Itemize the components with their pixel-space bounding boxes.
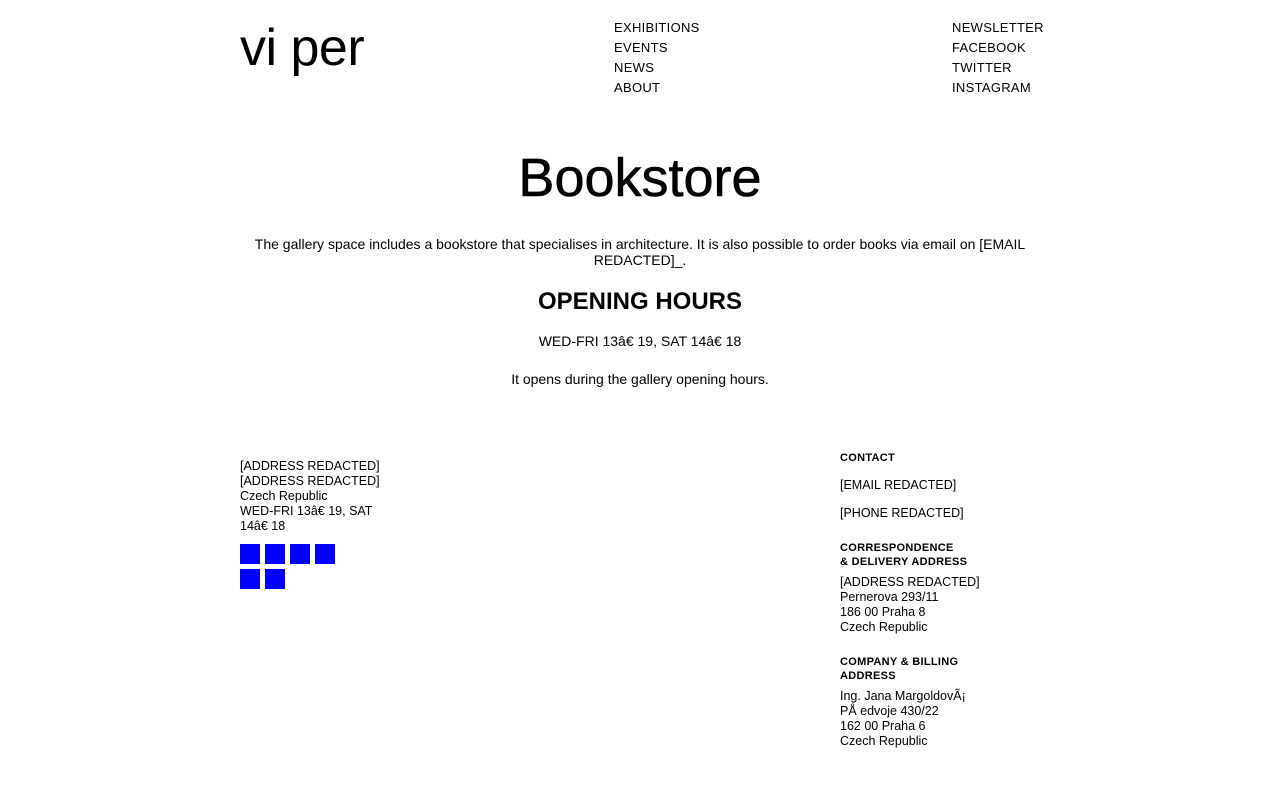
correspondence-heading: & DELIVERY ADDRESS (840, 556, 968, 568)
site-logo[interactable]: vi per (240, 18, 365, 78)
contact-heading: CONTACT (840, 452, 896, 464)
social-icon[interactable] (265, 569, 285, 589)
nav-item-instagram[interactable]: INSTAGRAM (952, 78, 1044, 98)
footer-social-icons (240, 544, 340, 589)
nav-item-newsletter[interactable]: NEWSLETTER (952, 18, 1044, 38)
opening-hours-heading: OPENING HOURS (537, 288, 743, 315)
nav-item-about[interactable]: ABOUT (614, 78, 700, 98)
nav-item-news[interactable]: NEWS (614, 58, 700, 78)
address-line: PÅ edvoje 430/22 (840, 704, 939, 718)
nav-item-exhibitions[interactable]: EXHIBITIONS (614, 18, 700, 38)
site-header: vi per EXHIBITIONS EVENTS NEWS ABOUT NEW… (240, 0, 1044, 110)
social-icon[interactable] (290, 544, 310, 564)
nav-item-facebook[interactable]: FACEBOOK (952, 38, 1044, 58)
footer-contact: CONTACT [EMAIL REDACTED] [PHONE REDACTED… (840, 451, 1010, 749)
billing-address: Ing. Jana MargoldovÃ¡ PÅ edvoje 430/22 1… (840, 689, 1010, 749)
address-line: [ADDRESS REDACTED] (840, 575, 980, 589)
contact-phone[interactable]: [PHONE REDACTED] (840, 506, 1010, 521)
address-line: [ADDRESS REDACTED] (240, 474, 380, 488)
page-title: Bookstore (518, 148, 762, 209)
opening-hours-value: WED-FRI 13â€ 19, SAT 14â€ 18 (538, 333, 742, 349)
address-line: 162 00 Praha 6 (840, 719, 926, 733)
social-icon[interactable] (240, 544, 260, 564)
billing-heading: COMPANY & BILLING (840, 656, 959, 668)
footer-address: [ADDRESS REDACTED] [ADDRESS REDACTED] Cz… (240, 459, 410, 589)
main-content: Bookstore The gallery space includes a b… (240, 140, 1040, 388)
address-line: Czech Republic (840, 734, 928, 748)
correspondence-section: CORRESPONDENCE & DELIVERY ADDRESS [ADDRE… (840, 541, 1010, 635)
billing-heading: ADDRESS (840, 670, 896, 682)
social-icon[interactable] (315, 544, 335, 564)
nav-item-events[interactable]: EVENTS (614, 38, 700, 58)
address-line: [ADDRESS REDACTED] (240, 459, 380, 473)
social-icon[interactable] (265, 544, 285, 564)
address-line: Pernerova 293/11 (840, 590, 939, 604)
nav-item-twitter[interactable]: TWITTER (952, 58, 1044, 78)
contact-email[interactable]: [EMAIL REDACTED] (840, 478, 1010, 493)
footer-hours: WED-FRI 13â€ 19, SAT (240, 504, 373, 518)
address-line: Ing. Jana MargoldovÃ¡ (840, 689, 966, 703)
address-line: Czech Republic (240, 489, 328, 503)
social-icon[interactable] (240, 569, 260, 589)
intro-text: The gallery space includes a bookstore t… (254, 236, 1026, 268)
correspondence-address: [ADDRESS REDACTED] Pernerova 293/11 186 … (840, 575, 1010, 635)
billing-section: COMPANY & BILLING ADDRESS Ing. Jana Marg… (840, 655, 1010, 749)
main-nav: EXHIBITIONS EVENTS NEWS ABOUT (614, 18, 700, 98)
opening-hours-note: It opens during the gallery opening hour… (511, 371, 769, 387)
address-line: 186 00 Praha 8 (840, 605, 926, 619)
social-nav: NEWSLETTER FACEBOOK TWITTER INSTAGRAM (952, 18, 1044, 98)
footer-hours: 14â€ 18 (240, 519, 286, 533)
correspondence-heading: CORRESPONDENCE (840, 542, 954, 554)
address-line: Czech Republic (840, 620, 928, 634)
